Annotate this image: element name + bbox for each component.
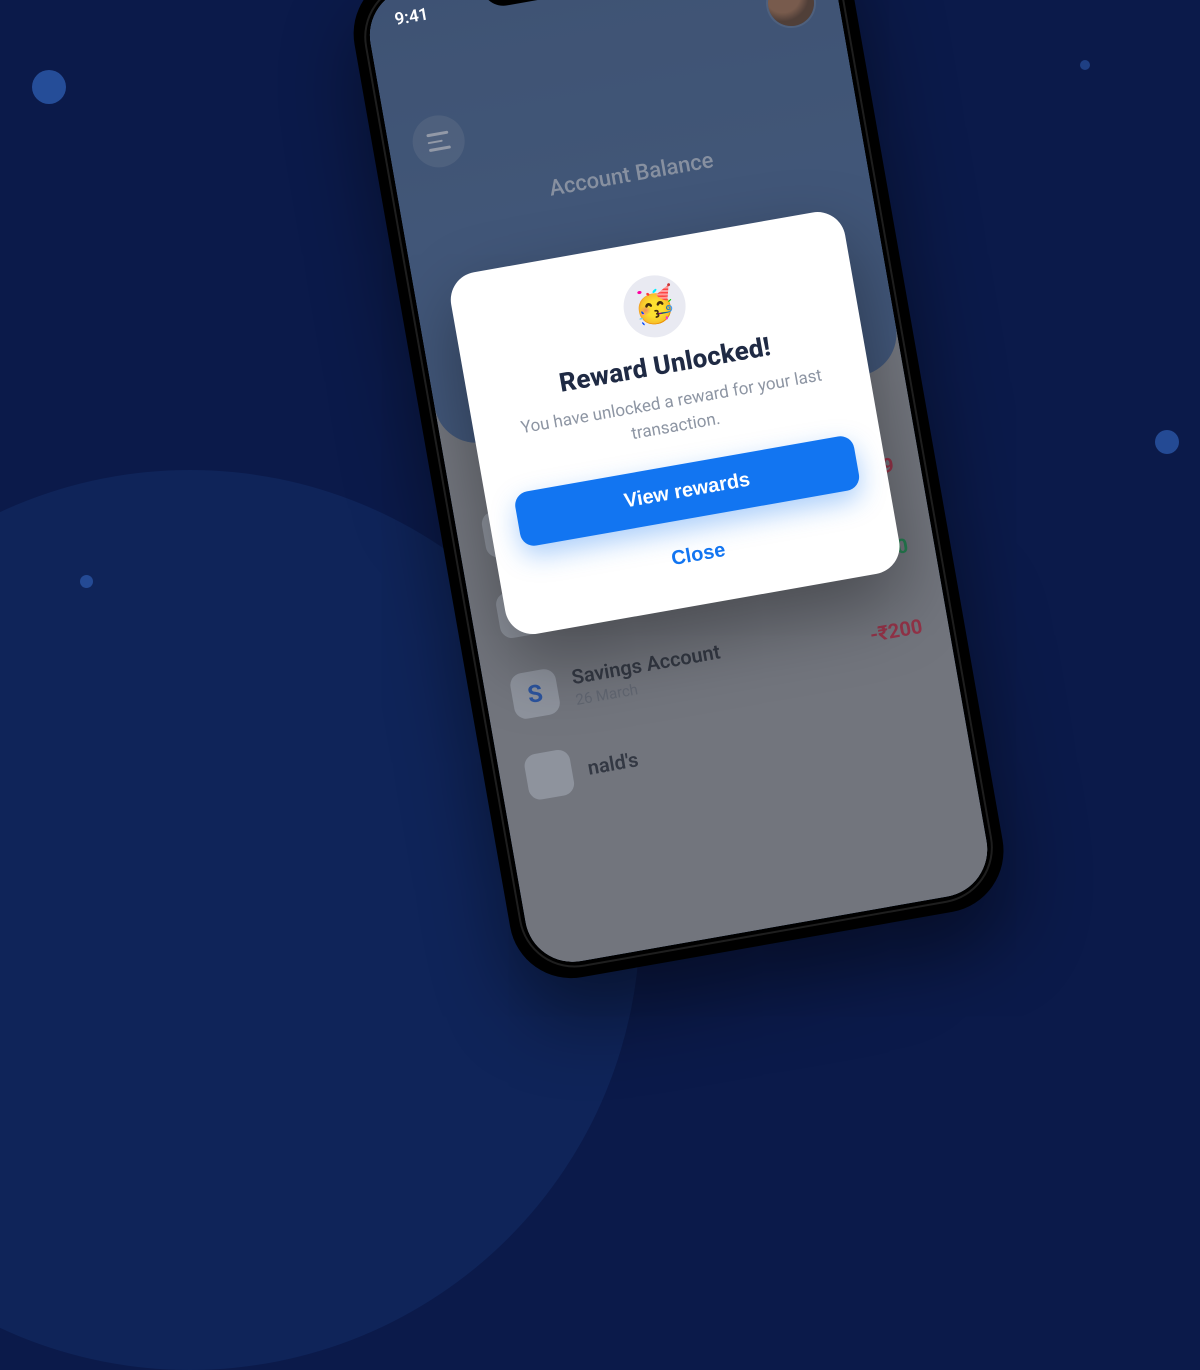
status-time: 9:41 (393, 4, 430, 30)
background-dot (1080, 60, 1090, 70)
background-dot (32, 70, 66, 104)
background-dot (80, 575, 93, 588)
party-face-emoji-icon: 🥳 (619, 270, 691, 342)
reward-unlocked-modal: 🥳 Reward Unlocked! You have unlocked a r… (446, 207, 904, 638)
background-dot (1155, 430, 1179, 454)
